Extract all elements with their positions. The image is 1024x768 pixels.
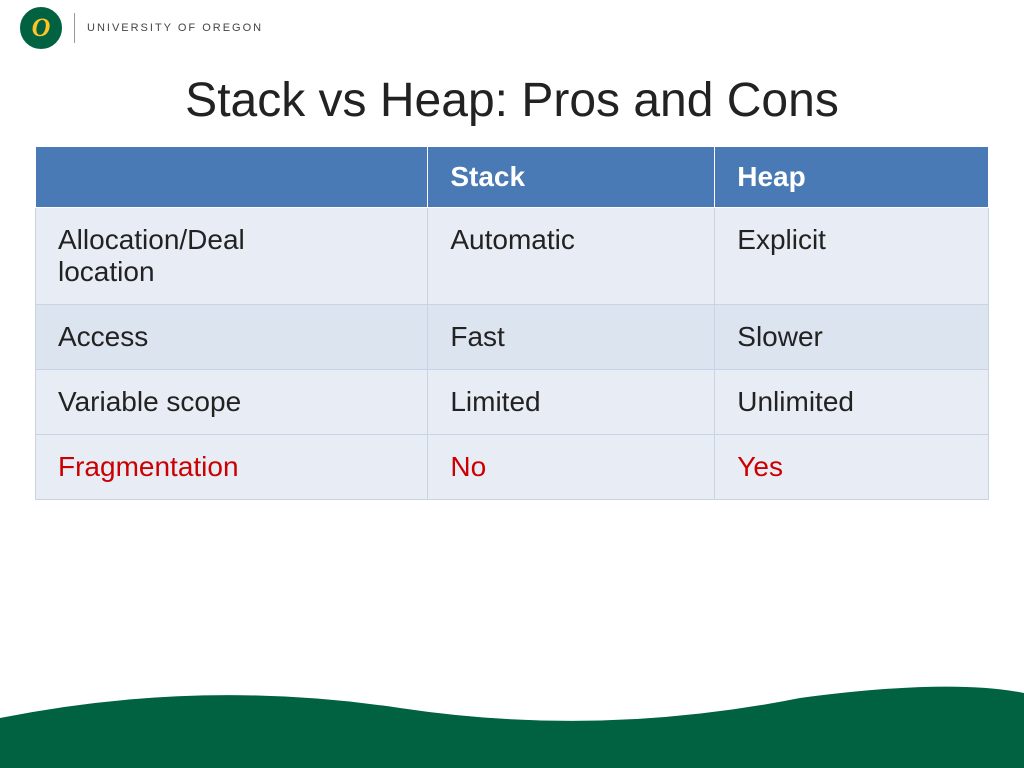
university-name: UNIVERSITY OF OREGON bbox=[87, 22, 263, 34]
table-row-fragmentation: Fragmentation No Yes bbox=[36, 435, 989, 500]
row-stack-allocation: Automatic bbox=[428, 208, 715, 305]
table-row: Access Fast Slower bbox=[36, 305, 989, 370]
table-header-row: Stack Heap bbox=[36, 147, 989, 208]
col-header-feature bbox=[36, 147, 428, 208]
col-header-stack: Stack bbox=[428, 147, 715, 208]
page-title: Stack vs Heap: Pros and Cons bbox=[0, 55, 1024, 146]
row-heap-allocation: Explicit bbox=[715, 208, 989, 305]
comparison-table-container: Stack Heap Allocation/Deallocation Autom… bbox=[0, 146, 1024, 500]
col-header-heap: Heap bbox=[715, 147, 989, 208]
row-stack-fragmentation: No bbox=[428, 435, 715, 500]
row-stack-access: Fast bbox=[428, 305, 715, 370]
university-logo: O bbox=[20, 7, 62, 49]
comparison-table: Stack Heap Allocation/Deallocation Autom… bbox=[35, 146, 989, 500]
row-heap-scope: Unlimited bbox=[715, 370, 989, 435]
logo-o-letter: O bbox=[32, 15, 51, 41]
row-feature-access: Access bbox=[36, 305, 428, 370]
row-heap-access: Slower bbox=[715, 305, 989, 370]
header: O UNIVERSITY OF OREGON bbox=[0, 0, 1024, 55]
bottom-decoration bbox=[0, 678, 1024, 768]
row-stack-scope: Limited bbox=[428, 370, 715, 435]
logo-divider bbox=[74, 13, 75, 43]
row-feature-fragmentation: Fragmentation bbox=[36, 435, 428, 500]
row-heap-fragmentation: Yes bbox=[715, 435, 989, 500]
table-row: Allocation/Deallocation Automatic Explic… bbox=[36, 208, 989, 305]
row-feature-scope: Variable scope bbox=[36, 370, 428, 435]
table-row: Variable scope Limited Unlimited bbox=[36, 370, 989, 435]
row-feature-allocation: Allocation/Deallocation bbox=[36, 208, 428, 305]
